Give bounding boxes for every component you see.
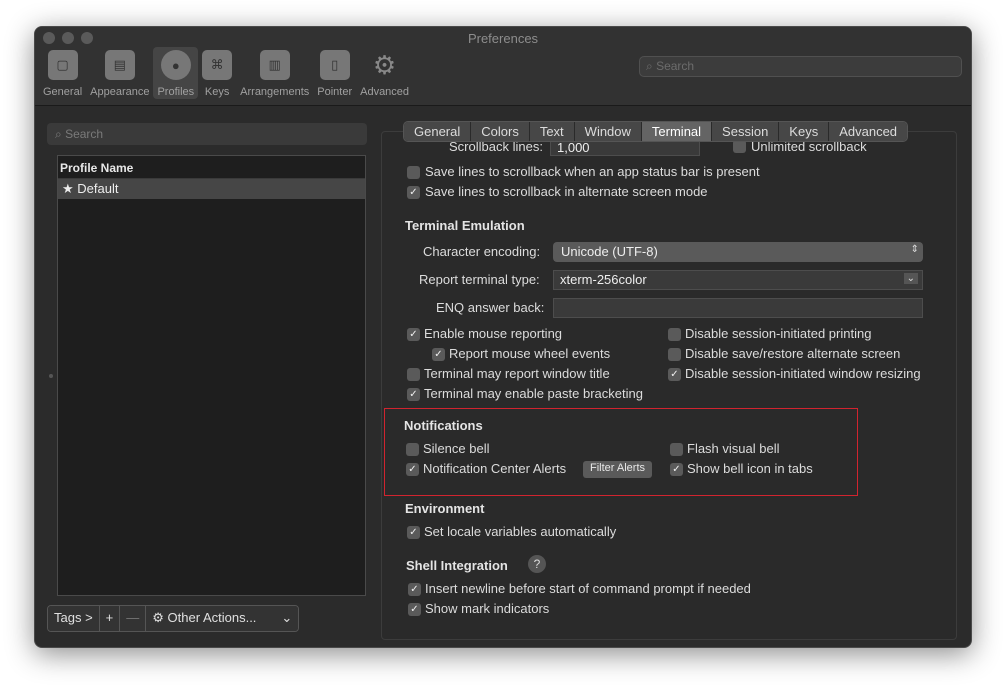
general-icon: ▢ — [47, 50, 78, 80]
title-bar: Preferences ▢ General ▤ Appearance ● Profil… — [35, 27, 971, 106]
report-window-title-label: Terminal may report window title — [424, 366, 610, 381]
chevron-down-icon: ⌄ — [281, 610, 293, 625]
toolbar-pointer[interactable]: ▯ Pointer — [313, 47, 356, 99]
paste-bracketing-checkbox[interactable]: ✓ — [407, 388, 420, 401]
up-down-icon: ⇕ — [910, 244, 919, 255]
toolbar-profiles[interactable]: ● Profiles — [153, 47, 199, 99]
toolbar-arrangements[interactable]: ▥ Arrangements — [236, 47, 313, 99]
other-actions-button[interactable]: ⚙ Other Actions... ⌄ — [146, 606, 299, 631]
insert-newline-checkbox[interactable]: ✓ — [408, 583, 421, 596]
disable-printing-label: Disable session-initiated printing — [685, 326, 872, 341]
terminal-tab-content: Scrollback lines: 1,000 Unlimited scroll… — [381, 137, 955, 637]
gear-icon: ⚙ — [372, 49, 397, 80]
save-status-bar-label: Save lines to scrollback when an app sta… — [425, 164, 760, 179]
tab-keys[interactable]: Keys — [779, 122, 830, 141]
toolbar-general[interactable]: ▢ General — [39, 47, 86, 99]
report-terminal-type-combo[interactable]: xterm-256color ⌄ — [553, 270, 923, 290]
toolbar-appearance[interactable]: ▤ Appearance — [86, 47, 153, 99]
search-icon: ⌕ — [646, 59, 653, 73]
keys-icon: ⌘ — [202, 50, 233, 80]
preferences-toolbar: ▢ General ▤ Appearance ● Profiles ⌘ Keys ▥ Ar… — [39, 47, 413, 99]
insert-newline-label: Insert newline before start of command p… — [425, 581, 751, 596]
toolbar-search-input[interactable]: ⌕ Search — [639, 56, 962, 77]
save-alt-screen-checkbox[interactable]: ✓ — [407, 186, 420, 199]
enq-answer-back-label: ENQ answer back: — [436, 300, 545, 315]
splitter-handle[interactable] — [49, 374, 53, 378]
environment-heading: Environment — [405, 501, 485, 516]
pointer-icon: ▯ — [319, 50, 350, 80]
tab-advanced[interactable]: Advanced — [829, 122, 908, 141]
add-profile-button[interactable]: + — [99, 606, 121, 631]
character-encoding-label: Character encoding: — [423, 244, 541, 259]
chevron-down-icon: ⌄ — [903, 273, 918, 284]
disable-printing-checkbox[interactable] — [668, 328, 681, 341]
show-mark-checkbox[interactable]: ✓ — [408, 603, 421, 616]
arrangements-icon: ▥ — [259, 50, 290, 80]
report-mouse-wheel-checkbox[interactable]: ✓ — [432, 348, 445, 361]
profile-tabs: General Colors Text Window Terminal Sess… — [403, 121, 909, 142]
preferences-window: Preferences ▢ General ▤ Appearance ● Profil… — [34, 26, 972, 648]
help-button[interactable]: ? — [528, 555, 546, 573]
paste-bracketing-label: Terminal may enable paste bracketing — [424, 386, 643, 401]
remove-profile-button[interactable]: — — [120, 606, 147, 631]
search-icon: ⌕ — [55, 127, 62, 141]
report-window-title-checkbox[interactable] — [407, 368, 420, 381]
profile-actions-bar: Tags > + — ⚙ Other Actions... ⌄ — [47, 605, 300, 632]
toolbar-keys[interactable]: ⌘ Keys — [198, 47, 236, 99]
save-alt-screen-label: Save lines to scrollback in alternate sc… — [425, 184, 708, 199]
terminal-emulation-heading: Terminal Emulation — [405, 218, 525, 233]
profile-list: Profile Name ★ Default — [57, 155, 366, 596]
report-mouse-wheel-label: Report mouse wheel events — [449, 346, 611, 361]
enable-mouse-reporting-checkbox[interactable]: ✓ — [407, 328, 420, 341]
save-status-bar-checkbox[interactable] — [407, 166, 420, 179]
gear-icon: ⚙ — [152, 610, 164, 625]
enable-mouse-reporting-label: Enable mouse reporting — [424, 326, 563, 341]
tab-terminal[interactable]: Terminal — [641, 122, 713, 141]
profile-list-header[interactable]: Profile Name — [58, 156, 365, 179]
shell-integration-heading: Shell Integration — [406, 558, 508, 573]
tab-window[interactable]: Window — [574, 122, 642, 141]
star-icon: ★ — [62, 181, 74, 196]
character-encoding-select[interactable]: Unicode (UTF-8) ⇕ — [553, 242, 923, 262]
show-mark-label: Show mark indicators — [425, 601, 550, 616]
tab-colors[interactable]: Colors — [471, 122, 530, 141]
disable-window-resizing-label: Disable session-initiated window resizin… — [685, 366, 921, 381]
profile-row-default[interactable]: ★ Default — [58, 179, 365, 199]
report-terminal-type-label: Report terminal type: — [419, 272, 540, 287]
toolbar-advanced[interactable]: ⚙ Advanced — [356, 47, 413, 99]
notifications-highlight-box — [384, 408, 858, 496]
disable-alt-screen-checkbox[interactable] — [668, 348, 681, 361]
tab-general[interactable]: General — [404, 122, 472, 141]
disable-window-resizing-checkbox[interactable]: ✓ — [668, 368, 681, 381]
window-title: Preferences — [467, 31, 539, 46]
checkmark-icon: ✓ — [409, 187, 418, 198]
tags-button[interactable]: Tags > — [48, 606, 100, 631]
set-locale-checkbox[interactable]: ✓ — [407, 526, 420, 539]
tab-text[interactable]: Text — [529, 122, 575, 141]
set-locale-label: Set locale variables automatically — [424, 524, 617, 539]
profiles-icon: ● — [160, 50, 191, 80]
tab-session[interactable]: Session — [712, 122, 780, 141]
profile-search-input[interactable]: ⌕ Search — [47, 123, 367, 145]
appearance-icon: ▤ — [104, 50, 135, 80]
enq-answer-back-input[interactable] — [553, 298, 923, 318]
disable-alt-screen-label: Disable save/restore alternate screen — [685, 346, 901, 361]
